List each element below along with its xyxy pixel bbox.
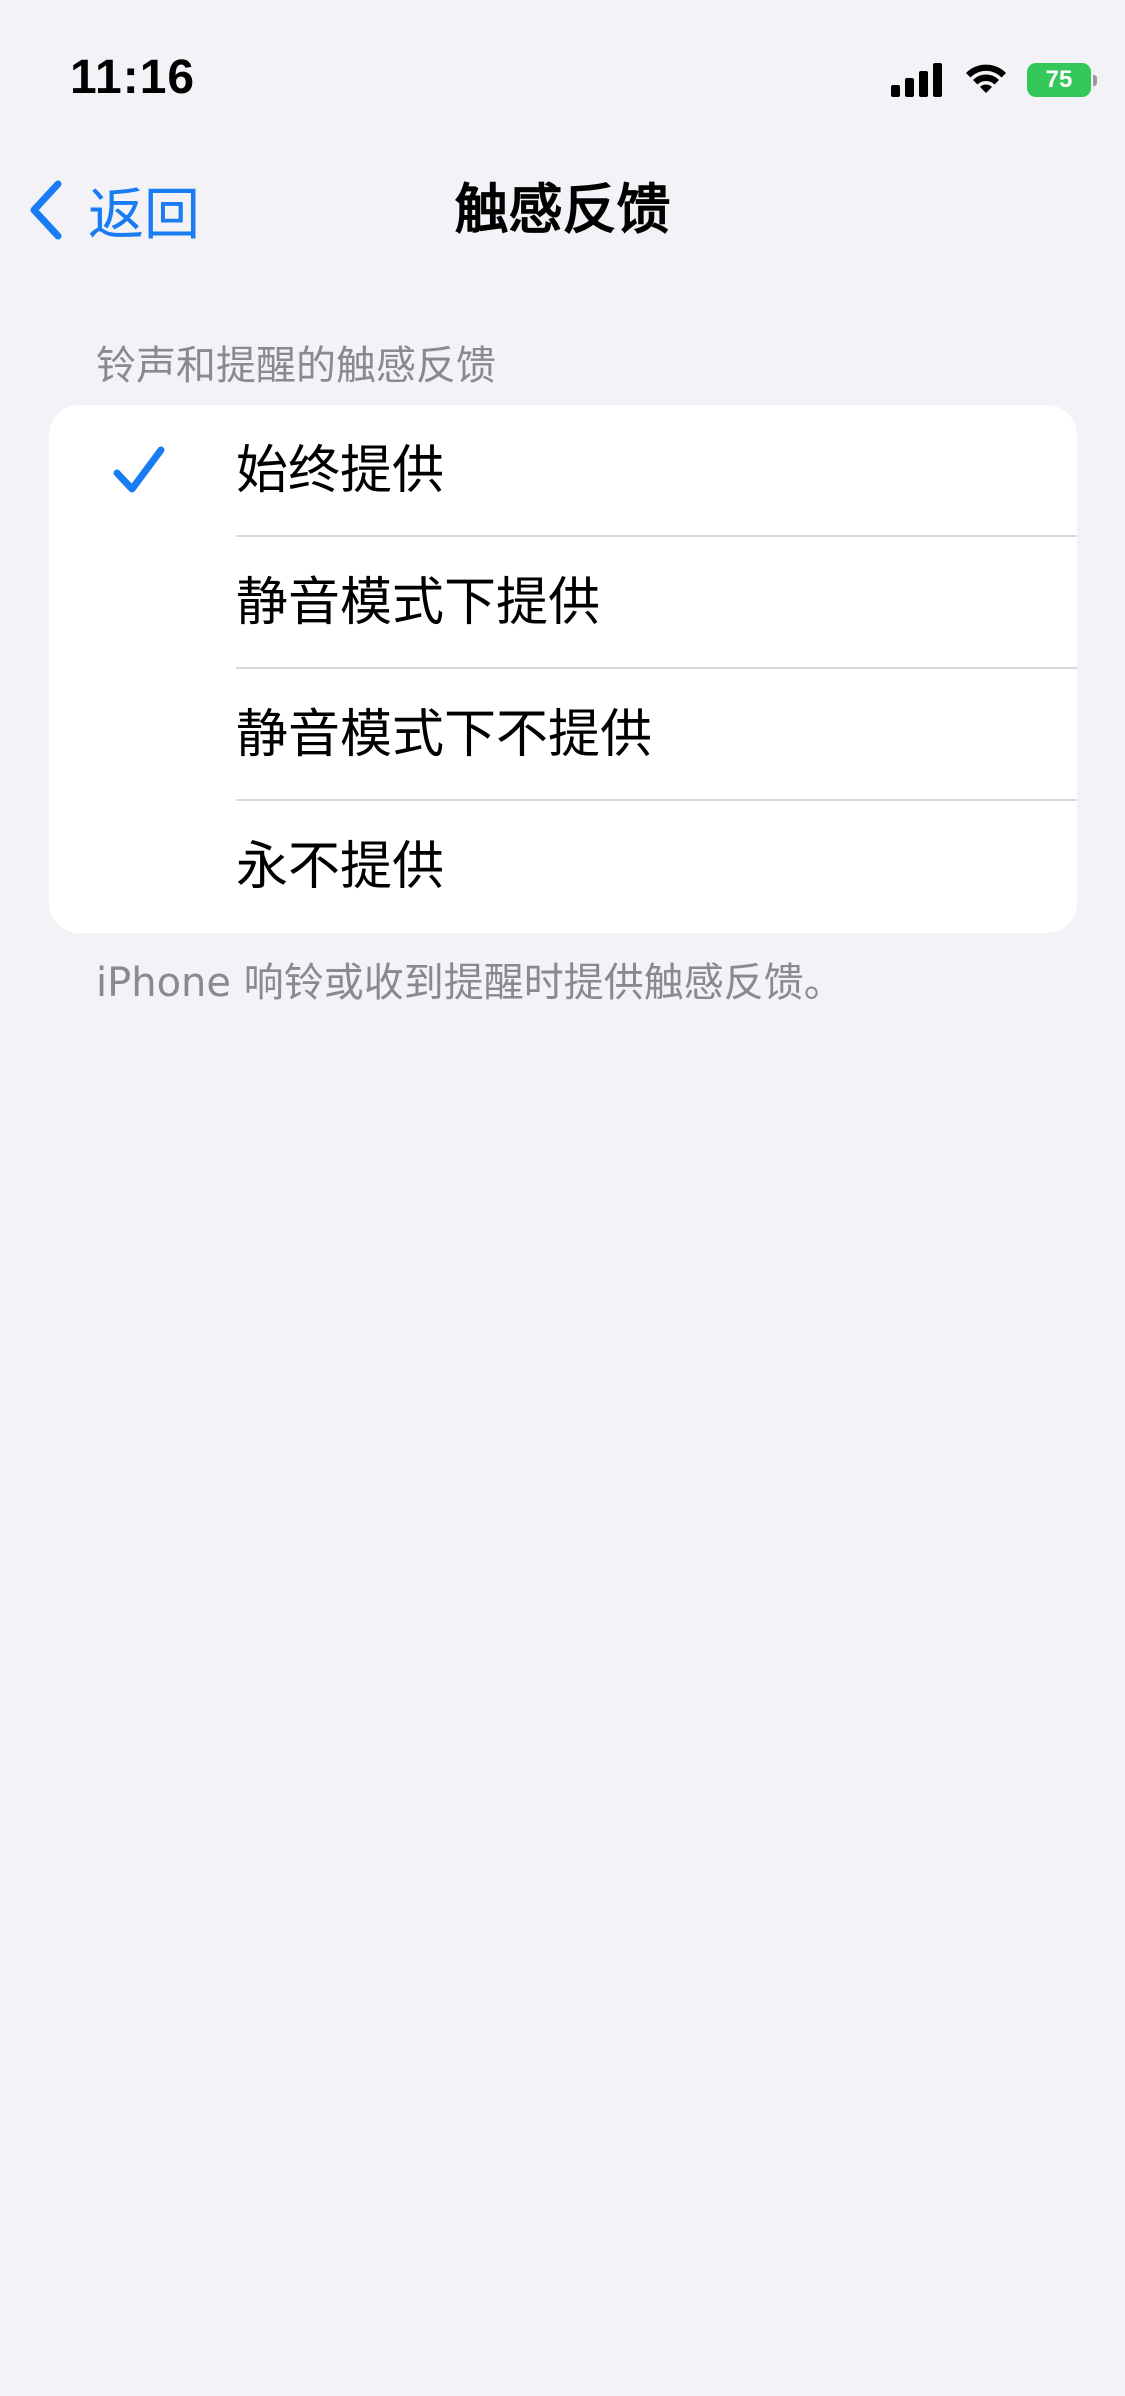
option-silent-mode-on[interactable]: 静音模式下提供 (49, 537, 1077, 669)
back-button[interactable]: 返回 (24, 170, 200, 250)
status-indicators: 75 (891, 60, 1097, 100)
option-always[interactable]: 始终提供 (49, 405, 1077, 537)
status-time: 11:16 (70, 51, 196, 104)
chevron-left-icon (30, 180, 62, 240)
status-bar: 11:16 75 (0, 0, 1125, 160)
option-silent-mode-off[interactable]: 静音模式下不提供 (49, 669, 1077, 801)
signal-icon (891, 63, 942, 97)
back-label: 返回 (88, 182, 200, 248)
option-never[interactable]: 永不提供 (49, 801, 1077, 933)
battery-icon: 75 (1027, 63, 1097, 97)
battery-level: 75 (1045, 66, 1073, 93)
options-group: 始终提供 静音模式下提供 静音模式下不提供 永不提供 (49, 405, 1077, 933)
checkmark-icon (113, 446, 165, 493)
section-footer: iPhone 响铃或收到提醒时提供触感反馈。 (96, 960, 844, 1006)
option-label: 永不提供 (236, 837, 445, 897)
section-header: 铃声和提醒的触感反馈 (96, 343, 496, 389)
option-label: 始终提供 (236, 441, 445, 501)
wifi-icon (966, 64, 1006, 93)
option-label: 静音模式下不提供 (236, 705, 653, 765)
option-label: 静音模式下提供 (236, 573, 601, 633)
